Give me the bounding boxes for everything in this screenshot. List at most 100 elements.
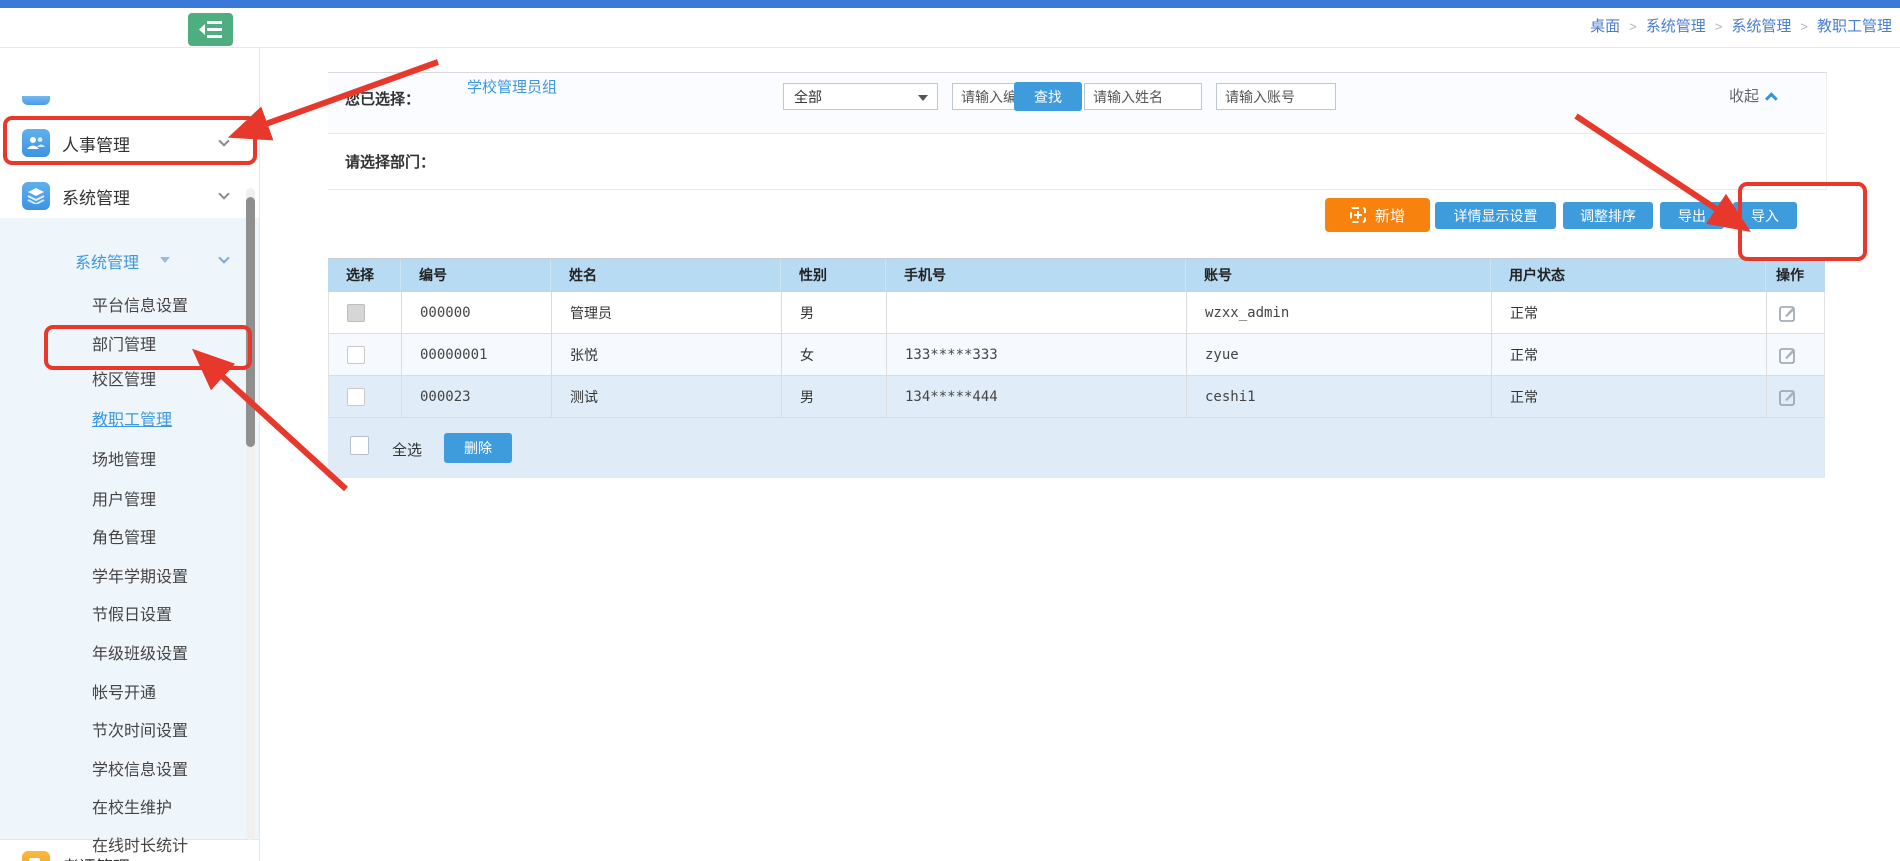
- page: 桌面 > 系统管理 > 系统管理 > 教职工管理 人事管理: [0, 0, 1900, 861]
- cell-status: 正常: [1491, 292, 1766, 333]
- menu-fold-icon: [199, 20, 223, 39]
- col-header-phone: 手机号: [885, 259, 1185, 291]
- chevron-down-icon: [218, 857, 229, 861]
- collapse-label: 收起: [1729, 88, 1759, 105]
- submenu-item-account-open[interactable]: 帐号开通: [92, 679, 156, 703]
- table-row: 00000001 张悦 女 133*****333 zyue 正常: [328, 334, 1825, 376]
- sidebar: 人事管理 系统管理 系统管理 平台信息设置 部门管理 校区管理 教职工管理 场地…: [0, 48, 260, 861]
- sidebar-item-hr-management[interactable]: 人事管理: [0, 123, 259, 163]
- sidebar-collapse-button[interactable]: [188, 13, 233, 46]
- add-button-label: 新增: [1375, 205, 1405, 226]
- edit-icon[interactable]: [1779, 388, 1797, 406]
- chevron-up-icon: [1765, 92, 1778, 105]
- submenu-item-platform-info[interactable]: 平台信息设置: [92, 292, 188, 316]
- submenu-item-period-time[interactable]: 节次时间设置: [92, 717, 188, 741]
- cell-name: 管理员: [551, 292, 781, 333]
- col-header-account: 账号: [1185, 259, 1490, 291]
- table-row: 000000 管理员 男 wzxx_admin 正常: [328, 292, 1825, 334]
- breadcrumb-system-2[interactable]: 系统管理: [1731, 18, 1791, 35]
- layers-icon: [22, 182, 50, 210]
- edit-icon[interactable]: [1779, 304, 1797, 322]
- submenu-item-school-info[interactable]: 学校信息设置: [92, 756, 188, 780]
- cell-account: ceshi1: [1186, 376, 1491, 417]
- submenu-item-grade-class[interactable]: 年级班级设置: [92, 640, 188, 664]
- cell-gender: 男: [781, 376, 886, 417]
- search-button[interactable]: 查找: [1014, 82, 1082, 111]
- top-accent-bar: [0, 0, 1900, 8]
- adjust-sort-button[interactable]: 调整排序: [1563, 202, 1653, 229]
- submenu-item-user[interactable]: 用户管理: [92, 486, 156, 510]
- edit-icon[interactable]: [1779, 346, 1797, 364]
- dept-select-label: 请选择部门：: [345, 151, 435, 172]
- col-header-name: 姓名: [550, 259, 780, 291]
- col-header-actions: 操作: [1765, 259, 1823, 291]
- sidebar-item-system-management[interactable]: 系统管理: [0, 176, 259, 216]
- row-checkbox[interactable]: [347, 388, 365, 406]
- scope-dropdown-value: 全部: [794, 87, 822, 107]
- breadcrumb-desktop[interactable]: 桌面: [1590, 18, 1620, 35]
- breadcrumb-separator: >: [1629, 19, 1637, 34]
- breadcrumb: 桌面 > 系统管理 > 系统管理 > 教职工管理: [1590, 15, 1892, 36]
- cell-account: wzxx_admin: [1186, 292, 1491, 333]
- plus-icon: [1350, 207, 1366, 223]
- scope-dropdown[interactable]: 全部: [783, 83, 938, 110]
- submenu-item-holiday[interactable]: 节假日设置: [92, 601, 172, 625]
- detail-display-settings-button[interactable]: 详情显示设置: [1435, 202, 1556, 229]
- breadcrumb-staff-mgmt[interactable]: 教职工管理: [1817, 18, 1892, 35]
- select-all-checkbox[interactable]: [350, 436, 369, 455]
- cell-status: 正常: [1491, 376, 1766, 417]
- breadcrumb-separator: >: [1800, 19, 1808, 34]
- select-all-label: 全选: [392, 439, 422, 460]
- col-header-select: 选择: [328, 259, 400, 291]
- sidebar-item-label: 系统管理: [62, 184, 130, 209]
- add-button[interactable]: 新增: [1325, 198, 1430, 232]
- breadcrumb-system-1[interactable]: 系统管理: [1646, 18, 1706, 35]
- cell-phone: 134*****444: [886, 376, 1186, 417]
- breadcrumb-separator: >: [1715, 19, 1723, 34]
- col-header-id: 编号: [400, 259, 550, 291]
- submenu-item-role[interactable]: 角色管理: [92, 524, 156, 548]
- cell-gender: 女: [781, 334, 886, 375]
- row-checkbox[interactable]: [347, 346, 365, 364]
- cell-id: 00000001: [401, 334, 551, 375]
- dept-group-link[interactable]: 学校管理员组: [467, 76, 557, 97]
- sidebar-item-label: 人事管理: [62, 131, 130, 156]
- sidebar-item-label: 考评管理: [62, 853, 130, 861]
- table-footer-bar: 全选 删除: [328, 418, 1825, 478]
- table-header-row: 选择 编号 姓名 性别 手机号 账号 用户状态 操作: [328, 258, 1825, 292]
- collapse-panel-link[interactable]: 收起: [1729, 85, 1778, 106]
- submenu-item-venue[interactable]: 场地管理: [92, 446, 156, 470]
- sidebar-item-evaluation-management[interactable]: 考评管理: [0, 845, 259, 861]
- submenu-item-academic-term[interactable]: 学年学期设置: [92, 563, 188, 587]
- cell-status: 正常: [1491, 334, 1766, 375]
- col-header-status: 用户状态: [1490, 259, 1765, 291]
- caret-down-icon: [160, 257, 170, 263]
- cell-name: 测试: [551, 376, 781, 417]
- clipped-menu-icon: [22, 96, 50, 105]
- cell-phone: 133*****333: [886, 334, 1186, 375]
- delete-button[interactable]: 删除: [444, 433, 512, 463]
- account-input[interactable]: [1216, 83, 1336, 110]
- col-header-gender: 性别: [780, 259, 885, 291]
- row-checkbox[interactable]: [347, 304, 365, 322]
- sidebar-scrollbar-thumb[interactable]: [246, 197, 255, 447]
- cell-id: 000023: [401, 376, 551, 417]
- export-button[interactable]: 导出: [1660, 202, 1724, 229]
- cell-name: 张悦: [551, 334, 781, 375]
- clipboard-icon: [22, 851, 50, 861]
- cell-phone: [886, 292, 1186, 333]
- sidebar-submenu: 系统管理 平台信息设置 部门管理 校区管理 教职工管理 场地管理 用户管理 角色…: [0, 218, 259, 840]
- chevron-down-icon: [218, 252, 229, 263]
- cell-id: 000000: [401, 292, 551, 333]
- name-input[interactable]: [1084, 83, 1202, 110]
- chevron-down-icon: [218, 135, 229, 146]
- submenu-item-department[interactable]: 部门管理: [92, 331, 156, 355]
- chevron-down-icon: [218, 188, 229, 199]
- submenu-item-enrolled-students[interactable]: 在校生维护: [92, 794, 172, 818]
- people-icon: [22, 129, 50, 157]
- submenu-item-campus[interactable]: 校区管理: [92, 366, 156, 390]
- submenu-header-system-management[interactable]: 系统管理: [75, 249, 139, 273]
- import-button[interactable]: 导入: [1733, 202, 1797, 229]
- submenu-item-staff-management[interactable]: 教职工管理: [92, 406, 172, 430]
- caret-down-icon: [918, 95, 928, 101]
